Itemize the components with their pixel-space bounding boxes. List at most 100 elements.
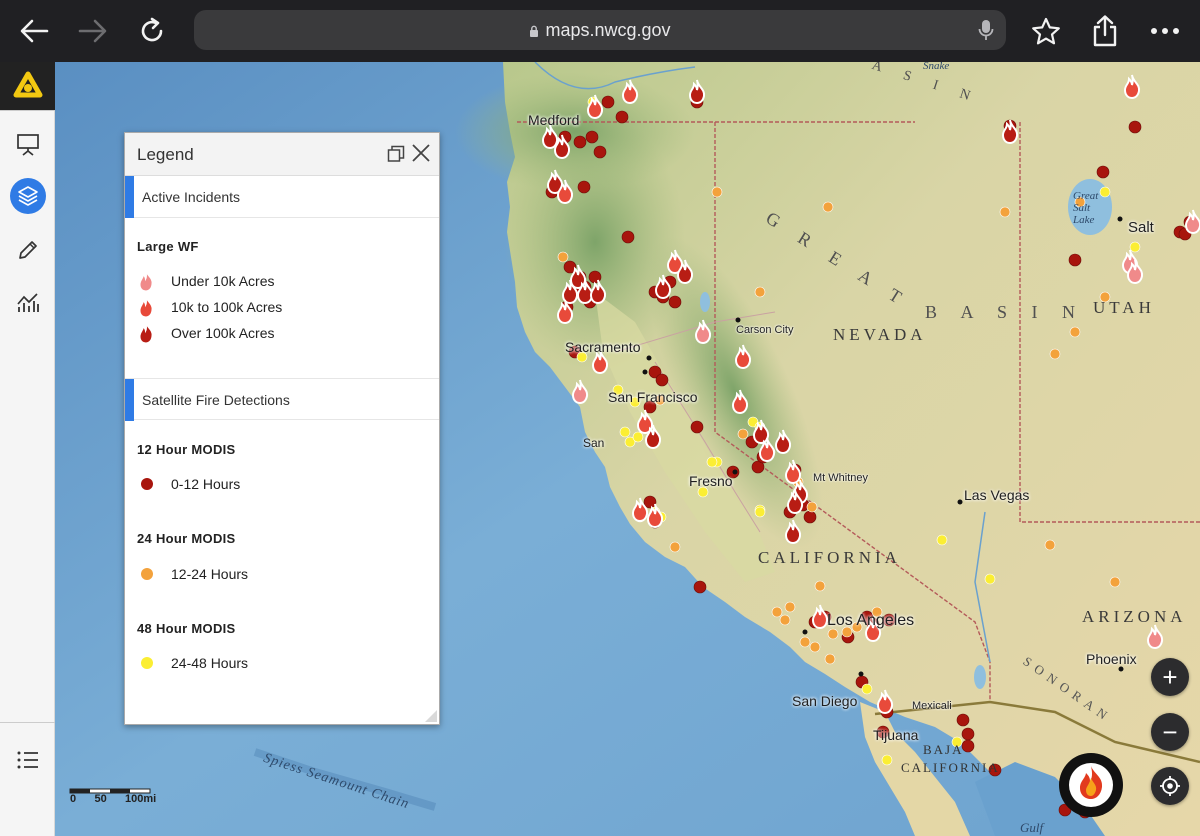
chart-icon xyxy=(16,293,39,312)
legend-section-active-incidents[interactable]: Active Incidents xyxy=(125,176,439,218)
fire-detection-dot[interactable] xyxy=(799,636,811,648)
sidebar-item-analysis[interactable] xyxy=(0,278,55,326)
locate-button[interactable] xyxy=(1151,767,1189,805)
label-california-mx: CALIFORNIA xyxy=(901,760,1000,775)
sidebar-item-layers[interactable] xyxy=(0,172,55,220)
fire-detection-dot[interactable] xyxy=(593,145,607,159)
fire-detection-dot[interactable] xyxy=(881,754,893,766)
address-bar[interactable]: maps.nwcg.gov xyxy=(194,10,1006,50)
sidebar-item-draw[interactable] xyxy=(0,226,55,274)
fire-detection-dot[interactable] xyxy=(1128,120,1142,134)
zoom-out-button[interactable]: − xyxy=(1151,713,1189,751)
city-marker xyxy=(642,369,648,375)
close-icon[interactable] xyxy=(411,143,431,163)
fire-detection-dot[interactable] xyxy=(861,683,873,695)
restore-window-icon[interactable] xyxy=(387,145,405,163)
app-logo[interactable] xyxy=(0,62,55,110)
city-carson-city: Carson City xyxy=(736,324,794,336)
fire-detection-dot[interactable] xyxy=(1096,165,1110,179)
fire-detection-dot[interactable] xyxy=(601,95,615,109)
locate-icon xyxy=(1160,776,1180,796)
fire-detection-dot[interactable] xyxy=(809,641,821,653)
fire-detection-dot[interactable] xyxy=(999,206,1011,218)
legend-item-0-12-hours: 0-12 Hours xyxy=(137,473,240,495)
legend-item-label: Under 10k Acres xyxy=(171,273,275,289)
zoom-in-label: + xyxy=(1162,662,1178,692)
fire-detection-dot[interactable] xyxy=(711,186,723,198)
dot-icon xyxy=(141,568,153,580)
sidebar-item-list[interactable] xyxy=(0,736,55,784)
fire-detection-dot[interactable] xyxy=(585,130,599,144)
forward-button[interactable] xyxy=(71,10,115,52)
legend-group-title: 48 Hour MODIS xyxy=(137,621,236,636)
layers-active-indicator xyxy=(9,178,46,214)
fire-detection-dot[interactable] xyxy=(1044,539,1056,551)
fire-detection-dot[interactable] xyxy=(737,428,749,440)
fire-detection-dot[interactable] xyxy=(1068,253,1082,267)
fire-detection-dot[interactable] xyxy=(961,727,975,741)
bookmark-button[interactable] xyxy=(1024,10,1068,52)
url-text: maps.nwcg.gov xyxy=(545,20,671,40)
fire-detection-dot[interactable] xyxy=(824,653,836,665)
fire-detection-dot[interactable] xyxy=(1109,576,1121,588)
fire-detection-dot[interactable] xyxy=(814,580,826,592)
fire-detection-dot[interactable] xyxy=(1129,241,1141,253)
fire-detection-dot[interactable] xyxy=(655,373,669,387)
fire-detection-dot[interactable] xyxy=(806,501,818,513)
city-san-jose: San xyxy=(583,436,605,450)
fire-detection-dot[interactable] xyxy=(779,614,791,626)
section-accent-bar xyxy=(125,176,134,218)
fire-detection-dot[interactable] xyxy=(984,573,996,585)
fire-detection-dot[interactable] xyxy=(771,606,783,618)
city-mt-whitney: Mt Whitney xyxy=(813,472,869,484)
fire-detection-dot[interactable] xyxy=(621,230,635,244)
city-marker xyxy=(802,629,808,635)
dot-icon xyxy=(141,657,153,669)
back-button[interactable] xyxy=(12,10,56,52)
legend-section-satellite[interactable]: Satellite Fire Detections xyxy=(125,378,439,421)
fire-detection-dot[interactable] xyxy=(690,420,704,434)
fire-detection-dot[interactable] xyxy=(632,431,644,443)
pencil-icon xyxy=(18,241,37,259)
reload-button[interactable] xyxy=(130,10,174,52)
share-button[interactable] xyxy=(1083,10,1127,52)
browser-toolbar: maps.nwcg.gov xyxy=(0,0,1200,62)
more-options-button[interactable] xyxy=(1143,10,1187,52)
resize-handle-icon[interactable] xyxy=(421,706,437,722)
fire-detection-dot[interactable] xyxy=(706,456,718,468)
list-icon xyxy=(17,751,38,769)
lake-tahoe xyxy=(700,292,710,312)
fire-detection-dot[interactable] xyxy=(615,110,629,124)
fire-detection-dot[interactable] xyxy=(754,286,766,298)
microphone-icon[interactable] xyxy=(978,19,994,41)
fire-detection-dot[interactable] xyxy=(693,580,707,594)
fire-detection-dot[interactable] xyxy=(822,201,834,213)
fire-detection-dot[interactable] xyxy=(577,180,591,194)
fire-detection-dot[interactable] xyxy=(936,534,948,546)
fire-detection-dot[interactable] xyxy=(619,426,631,438)
fire-detection-dot[interactable] xyxy=(573,135,587,149)
fire-detection-dot[interactable] xyxy=(803,510,817,524)
sidebar-item-presentation[interactable] xyxy=(0,120,55,168)
fire-detection-dot[interactable] xyxy=(754,506,766,518)
app-sidebar xyxy=(0,62,55,836)
zoom-in-button[interactable]: + xyxy=(1151,658,1189,696)
fire-detection-dot[interactable] xyxy=(956,713,970,727)
fire-detection-dot[interactable] xyxy=(961,739,975,753)
fire-detection-dot[interactable] xyxy=(827,628,839,640)
fire-detection-dot[interactable] xyxy=(643,495,657,509)
url-display: maps.nwcg.gov xyxy=(194,20,1006,41)
fire-detection-dot[interactable] xyxy=(1069,326,1081,338)
legend-item-label: Over 100k Acres xyxy=(171,325,275,341)
fire-icon xyxy=(139,322,153,344)
fire-detection-dot[interactable] xyxy=(557,251,569,263)
fire-detection-dot[interactable] xyxy=(784,601,796,613)
fire-detection-dot[interactable] xyxy=(668,295,682,309)
fire-detection-dot[interactable] xyxy=(1049,348,1061,360)
back-arrow-icon xyxy=(20,19,49,43)
share-icon xyxy=(1093,15,1117,47)
legend-group-title: 24 Hour MODIS xyxy=(137,531,236,546)
city-medford: Medford xyxy=(528,112,580,128)
fire-detection-dot[interactable] xyxy=(669,541,681,553)
legend-panel: Legend Active Incidents Large WF Under 1… xyxy=(124,132,440,725)
